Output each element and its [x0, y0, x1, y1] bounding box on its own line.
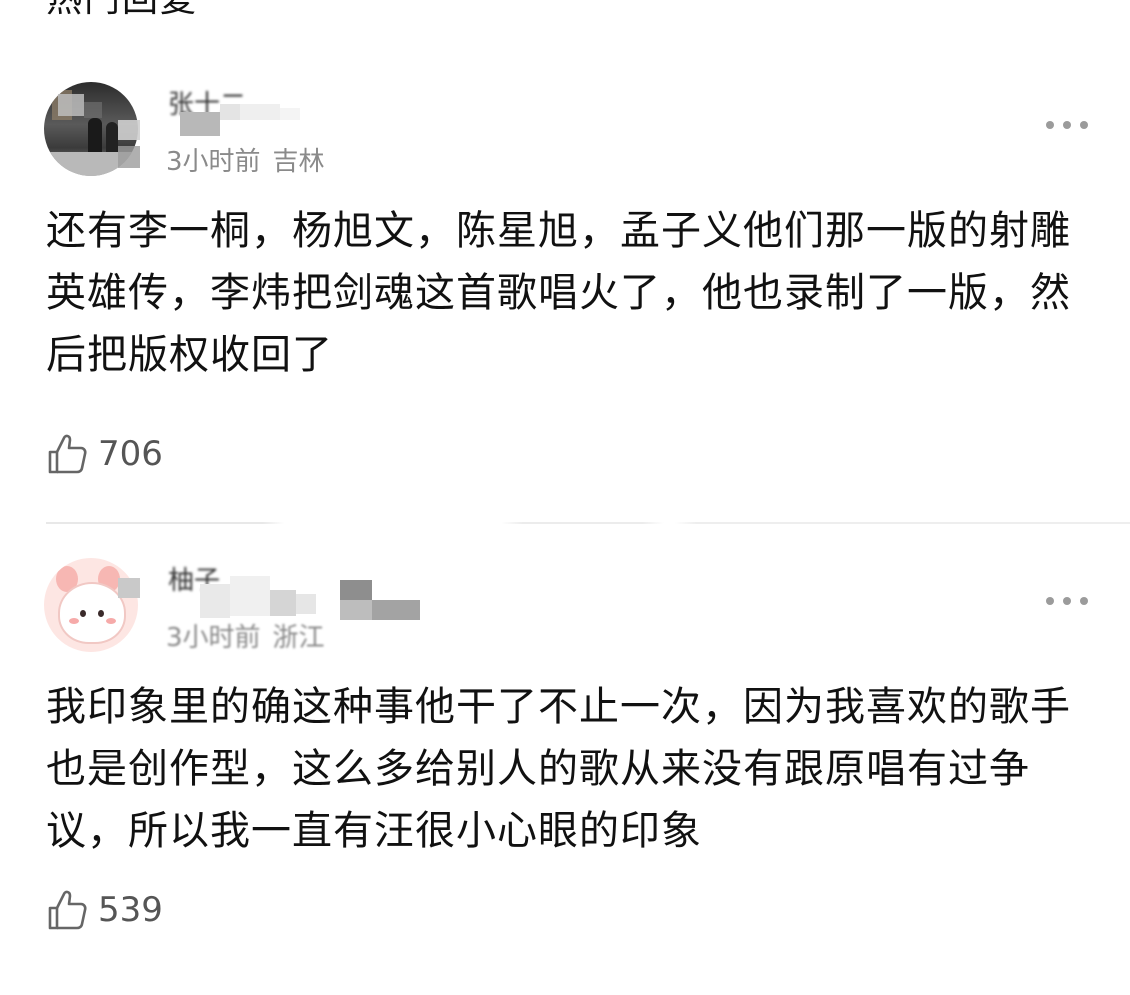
comment-meta: 3小时前 浙江 [166, 622, 325, 654]
like-button[interactable]: 539 [46, 888, 163, 932]
avatar-cheek [69, 618, 79, 624]
avatar-eye [80, 610, 86, 617]
more-dots-icon[interactable] [1046, 118, 1088, 132]
comment-time: 3小时前 [166, 623, 261, 653]
privacy-mosaic [118, 570, 428, 626]
divider [46, 522, 1130, 524]
avatar-eye [98, 610, 104, 617]
more-dots-icon[interactable] [1046, 594, 1088, 608]
like-button[interactable]: 706 [46, 432, 163, 476]
like-count: 539 [98, 890, 163, 930]
comment-location: 吉林 [272, 147, 325, 177]
avatar-cheek [106, 618, 116, 624]
privacy-mosaic [170, 94, 310, 140]
comment-location: 浙江 [272, 623, 325, 653]
thumbs-up-icon [48, 890, 87, 930]
avatar-face [58, 582, 126, 644]
like-count: 706 [98, 434, 163, 474]
comment-meta: 3小时前 吉林 [166, 146, 325, 178]
comment-content: 我印象里的确这种事他干了不止一次，因为我喜欢的歌手也是创作型，这么多给别人的歌从… [46, 684, 1071, 854]
comment-time: 3小时前 [166, 147, 261, 177]
comment-content: 还有李一桐，杨旭文，陈星旭，孟子义他们那一版的射雕英雄传，李炜把剑魂这首歌唱火了… [46, 208, 1071, 378]
section-title: 热门回复 [46, 0, 198, 22]
thumbs-up-icon [48, 434, 87, 474]
privacy-mosaic [48, 80, 148, 176]
